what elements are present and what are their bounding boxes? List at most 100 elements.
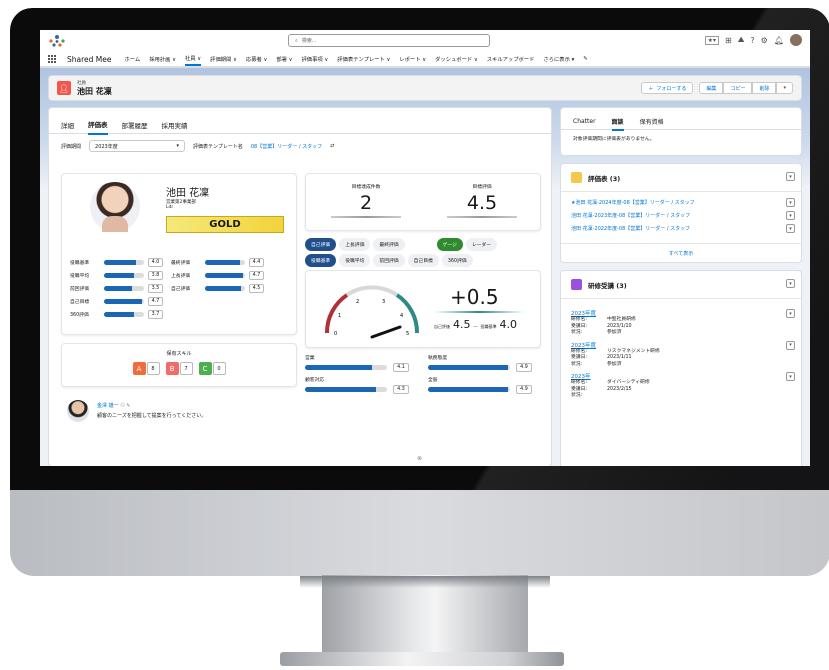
gauge-base-label: 役職基準 bbox=[480, 324, 497, 329]
row-menu[interactable]: ▾ bbox=[786, 340, 795, 350]
row-menu[interactable]: ▾ bbox=[786, 198, 795, 207]
training-menu[interactable]: ▾ bbox=[786, 279, 795, 288]
training-year-link[interactable]: 2023年度 bbox=[571, 309, 791, 317]
pill-previous[interactable]: 前回評価 bbox=[373, 254, 405, 267]
nav-item-home[interactable]: ホーム bbox=[125, 55, 141, 63]
eval-link[interactable]: 池田 花凜-2023年度-08【営業】リーダー / スタッフ ▾ bbox=[571, 209, 795, 222]
nav-item-eval-period[interactable]: 評価期間 ∨ bbox=[210, 55, 237, 63]
nav-item-applicants[interactable]: 応募者 ∨ bbox=[246, 55, 267, 63]
metric-value: 3.8 bbox=[148, 271, 163, 280]
pill-gauge[interactable]: ゲージ bbox=[436, 238, 463, 251]
chevron-down-icon: ▾ bbox=[176, 143, 180, 149]
pill-360[interactable]: 360評価 bbox=[441, 254, 473, 267]
tab-chatter[interactable]: Chatter bbox=[573, 118, 596, 125]
tab-certs[interactable]: 保有資格 bbox=[640, 117, 664, 126]
pill-final[interactable]: 最終評価 bbox=[373, 238, 405, 251]
category-line: 4.9 bbox=[428, 363, 541, 372]
training-value: 参加済 bbox=[607, 330, 622, 335]
record-title: 池田 花凜 bbox=[77, 86, 112, 96]
gauge-self-label: 自己評価 bbox=[434, 324, 450, 329]
training-item: 2023年度 ▾ 研修名: リスクマネジメント研修 受講日: 2023/1/11 状況: 参加… bbox=[571, 340, 795, 369]
nav-item-departments[interactable]: 部署 ∨ bbox=[276, 55, 292, 63]
global-search-input[interactable]: ⌕ 検索... bbox=[288, 34, 490, 47]
pill-self[interactable]: 自己評価 bbox=[305, 238, 337, 251]
row-menu[interactable]: ▾ bbox=[786, 309, 795, 318]
gear-icon[interactable]: ⚙ bbox=[761, 36, 768, 45]
row-menu[interactable]: ▾ bbox=[786, 224, 795, 233]
template-link[interactable]: 08【営業】リーダー / スタッフ bbox=[251, 143, 322, 150]
tab-interview[interactable]: 面談 bbox=[611, 117, 624, 131]
metric-label: 役職平均 bbox=[70, 274, 90, 279]
training-card: 研修受講 (3) ▾ 2023年度 ▾ 研修名: 中堅社員研修 受講日: 2023/1/1… bbox=[560, 270, 802, 466]
pill-self-goal[interactable]: 自己目標 bbox=[407, 254, 439, 267]
bell-icon[interactable]: 🔔︎ bbox=[774, 36, 784, 45]
edit-nav-icon[interactable]: ✎ bbox=[583, 56, 587, 62]
more-actions-button[interactable]: ▾ bbox=[776, 82, 793, 94]
nav-item-skillup[interactable]: スキルアップボード bbox=[487, 55, 535, 63]
eval-link-text[interactable]: 池田 花凜-2022年度-08【営業】リーダー / スタッフ bbox=[571, 225, 690, 232]
row-menu[interactable]: ▾ bbox=[786, 372, 795, 381]
training-year-link[interactable]: 2023年 bbox=[571, 372, 791, 380]
tab-details[interactable]: 詳細 bbox=[61, 120, 74, 130]
skill-count: 7 bbox=[179, 362, 193, 375]
nav-item-reports[interactable]: レポート ∨ bbox=[399, 55, 426, 63]
eval-list-menu[interactable]: ▾ bbox=[786, 172, 795, 181]
skills-card: 保有スキル A8B7C0 bbox=[61, 343, 297, 387]
metric-bar bbox=[104, 299, 144, 304]
pill-role-avg[interactable]: 役職平均 bbox=[339, 254, 371, 267]
edit-icon[interactable]: ✎ bbox=[126, 403, 130, 409]
expand-icon[interactable]: ⊗ bbox=[417, 455, 422, 462]
add-icon[interactable]: ⊞ bbox=[725, 36, 732, 45]
eval-link[interactable]: ★池田 花凜-2024年度-08【営業】リーダー / スタッフ ▾ bbox=[571, 196, 795, 209]
pill-manager[interactable]: 上長評価 bbox=[339, 238, 371, 251]
metric-row: 前回評価 3.5 自己評価 4.5 bbox=[70, 282, 292, 295]
commenter-name[interactable]: 金澤 雄一 bbox=[97, 403, 119, 409]
tab-dept-history[interactable]: 部署履歴 bbox=[122, 120, 148, 130]
nav-item-employees[interactable]: 社員 ∨ bbox=[184, 54, 202, 66]
metric-bar bbox=[205, 273, 245, 278]
training-title: 研修受講 (3) bbox=[588, 281, 627, 290]
training-value: 参加済 bbox=[607, 361, 622, 367]
nav-item-dashboards[interactable]: ダッシュボード ∨ bbox=[435, 55, 478, 63]
eval-link-text[interactable]: 池田 花凜-2023年度-08【営業】リーダー / スタッフ bbox=[571, 212, 690, 219]
nav-item-eval-items[interactable]: 評価事項 ∨ bbox=[302, 55, 329, 63]
eval-link-text[interactable]: ★池田 花凜-2024年度-08【営業】リーダー / スタッフ bbox=[571, 199, 695, 206]
metrics-list: 役職基準 4.0 最終評価 4.4 役職平均 3.8 上長評価 4.7 前回評価 3.5 自己評価 4… bbox=[70, 256, 292, 321]
tab-evaluation[interactable]: 評価表 bbox=[88, 119, 108, 135]
metric-label: 自己評価 bbox=[171, 287, 191, 292]
training-field: 状況: 参加済 bbox=[571, 362, 791, 369]
follow-button[interactable]: ＋フォローする bbox=[641, 82, 694, 94]
training-year-link[interactable]: 2023年度 bbox=[571, 341, 791, 349]
nav-item-hiring-plan[interactable]: 採用計画 ∨ bbox=[149, 55, 176, 63]
gauge-tick: 1 bbox=[338, 313, 341, 319]
show-all-link[interactable]: すべて表示 bbox=[561, 243, 801, 257]
row-menu[interactable]: ▾ bbox=[786, 211, 795, 220]
app-launcher-icon[interactable] bbox=[48, 55, 56, 63]
metric-label: 自己目標 bbox=[70, 300, 90, 305]
skill-item: B7 bbox=[165, 362, 193, 375]
category-bar bbox=[428, 365, 510, 370]
pill-radar[interactable]: レーダー bbox=[465, 238, 498, 251]
kpi-count-value: 2 bbox=[359, 192, 373, 214]
nav-item-more[interactable]: さらに表示 ▾ bbox=[543, 55, 574, 63]
eval-link[interactable]: 池田 花凜-2022年度-08【営業】リーダー / スタッフ ▾ bbox=[571, 222, 795, 235]
favorites-icon[interactable]: ★▾ bbox=[704, 35, 719, 45]
skill-item: C0 bbox=[198, 362, 226, 375]
copy-button[interactable]: コピー bbox=[723, 82, 753, 94]
metric-label: 役職基準 bbox=[70, 261, 90, 266]
employee-role: Ldr bbox=[166, 205, 174, 210]
help-icon[interactable]: ? bbox=[750, 36, 754, 45]
period-select[interactable]: 2023年度 ▾ bbox=[89, 140, 186, 152]
pill-role-base[interactable]: 役職基準 bbox=[305, 254, 337, 267]
skill-letter: B bbox=[165, 362, 179, 375]
app-name: Shared Mee bbox=[67, 54, 112, 64]
nav-item-templates[interactable]: 評価表テンプレート ∨ bbox=[337, 55, 390, 63]
delete-button[interactable]: 削除 bbox=[752, 82, 777, 94]
global-header: ⌕ 検索... ★▾ ⊞ ⛰ ? ⚙ 🔔︎ bbox=[40, 30, 810, 52]
trailhead-icon[interactable]: ⛰ bbox=[738, 35, 745, 45]
edit-button[interactable]: 編集 bbox=[699, 82, 724, 94]
swap-icon[interactable]: ⇄ bbox=[330, 143, 334, 149]
tab-hiring[interactable]: 採用実績 bbox=[162, 120, 188, 130]
user-avatar[interactable] bbox=[790, 34, 802, 46]
gauge-delta: +0.5 bbox=[450, 285, 499, 309]
